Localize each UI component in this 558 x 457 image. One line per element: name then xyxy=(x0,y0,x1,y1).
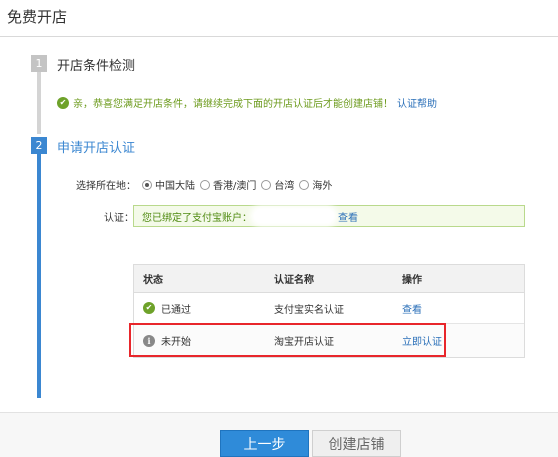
page-title: 免费开店 xyxy=(7,8,68,26)
radio-icon[interactable] xyxy=(261,179,272,190)
create-shop-button[interactable]: 创建店铺 xyxy=(312,430,401,457)
table-row: i 未开始 淘宝开店认证 立即认证 xyxy=(134,324,524,357)
step1-title: 开店条件检测 xyxy=(57,59,136,74)
step2-title: 申请开店认证 xyxy=(57,141,136,156)
table-row: ✔ 已通过 支付宝实名认证 查看 xyxy=(134,293,524,324)
step2-progress-line xyxy=(37,150,41,398)
region-option-hk-macau[interactable]: 香港/澳门 xyxy=(200,177,256,192)
region-label: 选择所在地： xyxy=(76,181,136,192)
start-taobao-cert-link[interactable]: 立即认证 xyxy=(402,324,442,357)
certification-help-link[interactable]: 认证帮助 xyxy=(397,95,437,110)
region-option-taiwan[interactable]: 台湾 xyxy=(261,177,294,192)
previous-step-button[interactable]: 上一步 xyxy=(220,430,309,457)
row-status: ✔ 已通过 xyxy=(143,293,191,323)
region-option-overseas[interactable]: 海外 xyxy=(299,177,332,192)
step1-progress-line xyxy=(37,68,41,134)
success-text: 亲，恭喜您满足开店条件，请继续完成下面的开店认证后才能创建店铺！ xyxy=(73,99,393,110)
certification-label: 认证： xyxy=(104,213,134,224)
region-option-mainland[interactable]: 中国大陆 xyxy=(142,177,195,192)
region-selector: 选择所在地： 中国大陆 香港/澳门 台湾 海外 xyxy=(76,177,337,192)
view-alipay-cert-link[interactable]: 查看 xyxy=(402,293,422,323)
alipay-bound-text: 您已绑定了支付宝账户： xyxy=(142,212,252,224)
radio-icon[interactable] xyxy=(200,179,210,190)
info-icon: i xyxy=(143,334,155,347)
row-cert-name: 淘宝开店认证 xyxy=(274,337,334,348)
header-status: 状态 xyxy=(143,275,163,286)
radio-checked-icon[interactable] xyxy=(142,179,152,190)
header-action: 操作 xyxy=(402,275,422,286)
title-divider xyxy=(0,36,558,37)
row-cert-name: 支付宝实名认证 xyxy=(274,304,344,316)
step1-number-badge: 1 xyxy=(31,55,47,72)
table-header: 状态 认证名称 操作 xyxy=(134,265,524,293)
header-cert-name: 认证名称 xyxy=(274,275,314,286)
alipay-bound-notice: 您已绑定了支付宝账户： 查看 xyxy=(133,205,525,227)
check-icon: ✔ xyxy=(143,302,155,314)
redacted-account xyxy=(254,209,334,223)
certification-table: 状态 认证名称 操作 ✔ 已通过 支付宝实名认证 查看 i 未开始 淘宝开店认证… xyxy=(133,264,525,358)
step2-number-badge: 2 xyxy=(31,137,47,154)
alipay-view-link[interactable]: 查看 xyxy=(338,209,358,224)
eligibility-success-message: ✔ 亲，恭喜您满足开店条件，请继续完成下面的开店认证后才能创建店铺！ 认证帮助 xyxy=(57,95,437,110)
radio-icon[interactable] xyxy=(299,179,310,190)
check-icon: ✔ xyxy=(57,96,69,109)
row-status: i 未开始 xyxy=(143,324,191,357)
